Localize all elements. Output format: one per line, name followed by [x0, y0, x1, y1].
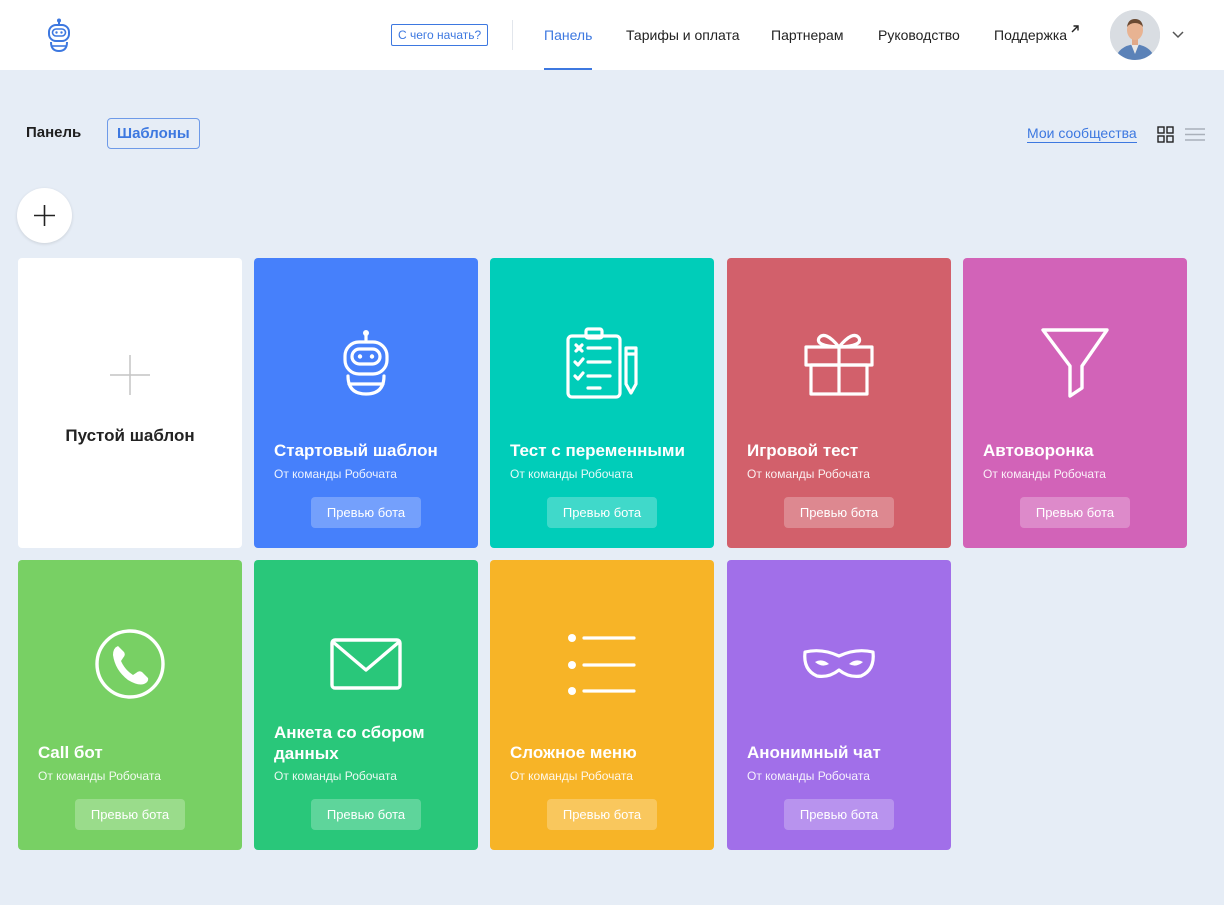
card-subtitle: От команды Робочата — [510, 467, 633, 481]
preview-bot-button[interactable]: Превью бота — [1020, 497, 1130, 528]
card-subtitle: От команды Робочата — [747, 769, 870, 783]
template-card-autofunnel[interactable]: Автоворонка От команды Робочата Превью б… — [963, 258, 1187, 548]
template-card-survey[interactable]: Анкета со сбором данных От команды Робоч… — [254, 560, 478, 850]
preview-bot-button[interactable]: Превью бота — [547, 497, 657, 528]
plus-icon — [34, 205, 55, 226]
clipboard-checklist-icon — [566, 327, 638, 399]
gift-icon — [804, 333, 874, 396]
preview-bot-button[interactable]: Превью бота — [75, 799, 185, 830]
envelope-icon — [330, 638, 402, 690]
my-communities-link[interactable]: Мои сообщества — [1027, 125, 1137, 143]
card-title: Анонимный чат — [747, 743, 881, 762]
preview-bot-button[interactable]: Превью бота — [784, 799, 894, 830]
breadcrumb-panel[interactable]: Панель — [26, 124, 81, 141]
card-subtitle: От команды Робочата — [983, 467, 1106, 481]
card-subtitle: От команды Робочата — [274, 769, 397, 783]
card-title: Игровой тест — [747, 441, 859, 460]
card-title: Call бот — [38, 743, 103, 762]
template-card-starter[interactable]: Стартовый шаблон От команды Робочата Пре… — [254, 258, 478, 548]
card-subtitle: От команды Робочата — [747, 467, 870, 481]
preview-bot-button[interactable]: Превью бота — [784, 497, 894, 528]
robot-icon — [343, 330, 389, 396]
empty-template-card[interactable]: Пустой шаблон — [18, 258, 242, 548]
phone-icon — [95, 629, 165, 699]
nav-guide[interactable]: Руководство — [878, 0, 960, 70]
top-header: С чего начать? Панель Тарифы и оплата Па… — [0, 0, 1224, 70]
template-card-game-test[interactable]: Игровой тест От команды Робочата Превью … — [727, 258, 951, 548]
preview-bot-button[interactable]: Превью бота — [547, 799, 657, 830]
card-title: Сложное меню — [510, 743, 637, 762]
template-card-call-bot[interactable]: Call бот От команды Робочата Превью бота — [18, 560, 242, 850]
nav-support[interactable]: Поддержка — [994, 0, 1080, 70]
card-title: Тест с переменными — [510, 441, 685, 460]
list-view-icon[interactable] — [1185, 127, 1205, 142]
mask-icon — [803, 649, 875, 678]
list-menu-icon — [568, 634, 636, 695]
preview-bot-button[interactable]: Превью бота — [311, 799, 421, 830]
chevron-down-icon[interactable] — [1171, 29, 1185, 39]
template-card-anonymous-chat[interactable]: Анонимный чат От команды Робочата Превью… — [727, 560, 951, 850]
external-link-icon — [1071, 25, 1079, 33]
tab-templates[interactable]: Шаблоны — [107, 118, 200, 149]
avatar-photo-icon — [1110, 10, 1160, 60]
nav-support-label: Поддержка — [994, 27, 1068, 43]
preview-bot-button[interactable]: Превью бота — [311, 497, 421, 528]
card-subtitle: От команды Робочата — [38, 769, 161, 783]
empty-template-title: Пустой шаблон — [65, 426, 195, 445]
card-subtitle: От команды Робочата — [510, 769, 633, 783]
template-card-complex-menu[interactable]: Сложное меню От команды Робочата Превью … — [490, 560, 714, 850]
card-title: Автоворонка — [983, 441, 1094, 460]
robochat-logo-icon[interactable] — [44, 18, 74, 54]
funnel-icon — [1041, 328, 1109, 398]
add-bot-button[interactable] — [17, 188, 72, 243]
grid-view-icon[interactable] — [1157, 126, 1174, 143]
plus-icon — [110, 355, 150, 395]
nav-panel[interactable]: Панель — [544, 0, 593, 70]
nav-partners[interactable]: Партнерам — [771, 0, 843, 70]
nav-tariffs[interactable]: Тарифы и оплата — [626, 0, 740, 70]
getting-started-button[interactable]: С чего начать? — [391, 24, 489, 46]
card-title: Стартовый шаблон — [274, 441, 438, 460]
template-card-variables-test[interactable]: Тест с переменными От команды Робочата П… — [490, 258, 714, 548]
card-subtitle: От команды Робочата — [274, 467, 397, 481]
user-avatar[interactable] — [1110, 10, 1160, 60]
card-title: Анкета со сбором данных — [274, 723, 425, 763]
header-divider — [512, 20, 513, 50]
